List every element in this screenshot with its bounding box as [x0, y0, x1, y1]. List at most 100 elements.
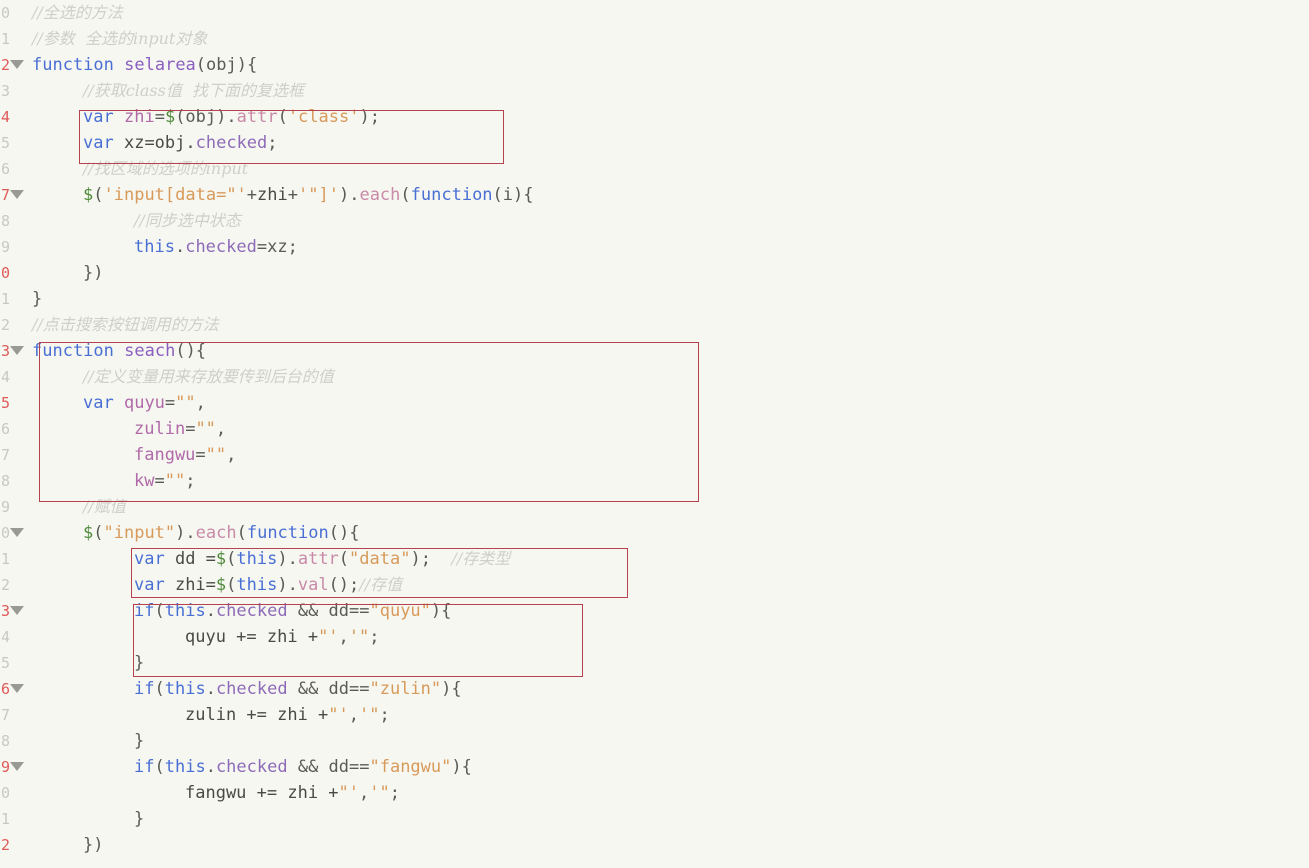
token-punc: && dd==: [287, 679, 370, 699]
code-text[interactable]: var xz=obj.checked;: [83, 130, 278, 156]
code-text[interactable]: var zhi=$(this).val();//存值: [134, 572, 402, 598]
code-text[interactable]: var dd =$(this).attr("data"); //存类型: [134, 546, 510, 572]
code-text[interactable]: }: [134, 650, 144, 676]
code-line[interactable]: 1 var dd =$(this).attr("data"); //存类型: [0, 546, 1309, 572]
line-number: 9: [0, 238, 10, 256]
code-text[interactable]: }: [32, 286, 42, 312]
code-line[interactable]: 0}): [0, 260, 1309, 286]
code-text[interactable]: fangwu += zhi +"','";: [185, 780, 400, 806]
token-kw: var: [134, 549, 165, 569]
code-text[interactable]: //赋值: [83, 494, 126, 520]
token-punc: (: [154, 679, 165, 699]
token-dollar: $: [83, 185, 94, 205]
code-text[interactable]: if(this.checked && dd=="quyu"){: [134, 598, 451, 624]
code-text[interactable]: //定义变量用来存放要传到后台的值: [83, 364, 334, 390]
code-line[interactable]: 5}: [0, 650, 1309, 676]
code-line[interactable]: 4 quyu += zhi +"','";: [0, 624, 1309, 650]
code-text[interactable]: var quyu="",: [83, 390, 206, 416]
code-line[interactable]: 8 //同步选中状态: [0, 208, 1309, 234]
fold-triangle-down-icon[interactable]: [10, 190, 24, 199]
fold-triangle-down-icon[interactable]: [10, 762, 24, 771]
code-line[interactable]: 0 fangwu += zhi +"','";: [0, 780, 1309, 806]
fold-triangle-down-icon[interactable]: [10, 346, 24, 355]
fold-triangle-down-icon[interactable]: [10, 684, 24, 693]
token-punc: (obj){: [195, 55, 258, 75]
code-text[interactable]: //参数 全选的input对象: [32, 26, 207, 52]
code-text[interactable]: }: [134, 806, 144, 832]
code-line[interactable]: 7 $('input[data="'+zhi+'"]').each(functio…: [0, 182, 1309, 208]
token-dollar: $: [215, 549, 227, 569]
code-line[interactable]: 1}: [0, 286, 1309, 312]
token-kw: if: [134, 601, 155, 621]
token-kw: this: [164, 757, 206, 777]
code-line[interactable]: 9 if(this.checked && dd=="fangwu"){: [0, 754, 1309, 780]
code-text[interactable]: if(this.checked && dd=="zulin"){: [134, 676, 462, 702]
code-text[interactable]: function selarea(obj){: [32, 52, 257, 78]
token-punc: && dd==: [287, 757, 370, 777]
code-line[interactable]: 3 if(this.checked && dd=="quyu"){: [0, 598, 1309, 624]
code-text[interactable]: //获取class值 找下面的复选框: [83, 78, 304, 104]
code-line[interactable]: 6 zulin="",: [0, 416, 1309, 442]
fold-triangle-down-icon[interactable]: [10, 60, 24, 69]
code-text[interactable]: zulin += zhi +"','";: [185, 702, 390, 728]
code-line[interactable]: 5 var quyu="",: [0, 390, 1309, 416]
token-kw: if: [134, 757, 155, 777]
code-text[interactable]: }: [134, 728, 144, 754]
code-text[interactable]: if(this.checked && dd=="fangwu"){: [134, 754, 472, 780]
token-str: "': [328, 705, 349, 725]
code-text[interactable]: zulin="",: [134, 416, 226, 442]
code-line[interactable]: 2 var zhi=$(this).val();//存值: [0, 572, 1309, 598]
code-line[interactable]: 5 var xz=obj.checked;: [0, 130, 1309, 156]
line-number: 8: [0, 732, 10, 750]
code-line[interactable]: 9 //赋值: [0, 494, 1309, 520]
token-cmt: //同步选中状态: [134, 211, 241, 230]
token-id: checked: [185, 237, 257, 257]
code-line[interactable]: 6 if(this.checked && dd=="zulin"){: [0, 676, 1309, 702]
code-line[interactable]: 8 kw="";: [0, 468, 1309, 494]
code-text[interactable]: kw="";: [134, 468, 195, 494]
code-text[interactable]: //全选的方法: [32, 0, 123, 26]
code-line[interactable]: 0 //全选的方法: [0, 0, 1309, 26]
token-punc: }): [83, 835, 104, 855]
code-line[interactable]: 4 var zhi=$(obj).attr('class');: [0, 104, 1309, 130]
code-text[interactable]: this.checked=xz;: [134, 234, 298, 260]
code-text[interactable]: $("input").each(function(){: [83, 520, 359, 546]
fold-triangle-down-icon[interactable]: [10, 528, 24, 537]
code-line[interactable]: 6 //找区域的选项的input: [0, 156, 1309, 182]
code-line[interactable]: 3 //获取class值 找下面的复选框: [0, 78, 1309, 104]
line-number: 3: [0, 342, 10, 360]
code-line[interactable]: 7 zulin += zhi +"','";: [0, 702, 1309, 728]
code-text[interactable]: }): [83, 832, 103, 858]
code-text[interactable]: quyu += zhi +"','";: [185, 624, 380, 650]
code-line[interactable]: 4 //定义变量用来存放要传到后台的值: [0, 364, 1309, 390]
code-text[interactable]: var zhi=$(obj).attr('class');: [83, 104, 380, 130]
code-line[interactable]: 9 this.checked=xz;: [0, 234, 1309, 260]
code-line[interactable]: 1 //参数 全选的input对象: [0, 26, 1309, 52]
line-number: 2: [0, 316, 10, 334]
code-line[interactable]: 2 //点击搜索按钮调用的方法: [0, 312, 1309, 338]
code-editor[interactable]: 0 //全选的方法 1 //参数 全选的input对象 2 function selare…: [0, 0, 1309, 868]
code-line[interactable]: 2 function selarea(obj){: [0, 52, 1309, 78]
token-punc: ).: [277, 575, 298, 595]
token-kw: this: [164, 601, 206, 621]
code-line[interactable]: 1}: [0, 806, 1309, 832]
token-id: checked: [215, 757, 288, 777]
code-line[interactable]: 3 function seach(){: [0, 338, 1309, 364]
code-text[interactable]: fangwu="",: [134, 442, 236, 468]
code-line[interactable]: 7 fangwu="",: [0, 442, 1309, 468]
line-number: 9: [0, 498, 10, 516]
code-text[interactable]: }): [83, 260, 103, 286]
code-text[interactable]: //点击搜索按钮调用的方法: [32, 312, 219, 338]
code-text[interactable]: function seach(){: [32, 338, 206, 364]
fold-triangle-down-icon[interactable]: [10, 606, 24, 615]
code-line[interactable]: 8}: [0, 728, 1309, 754]
code-text[interactable]: //同步选中状态: [134, 208, 241, 234]
code-line[interactable]: 2}): [0, 832, 1309, 858]
code-line[interactable]: 0 $("input").each(function(){: [0, 520, 1309, 546]
code-text[interactable]: //找区域的选项的input: [83, 156, 248, 182]
token-meth: each: [195, 523, 237, 543]
token-punc: }): [83, 263, 104, 283]
code-text[interactable]: $('input[data="'+zhi+'"]').each(function…: [83, 182, 534, 208]
